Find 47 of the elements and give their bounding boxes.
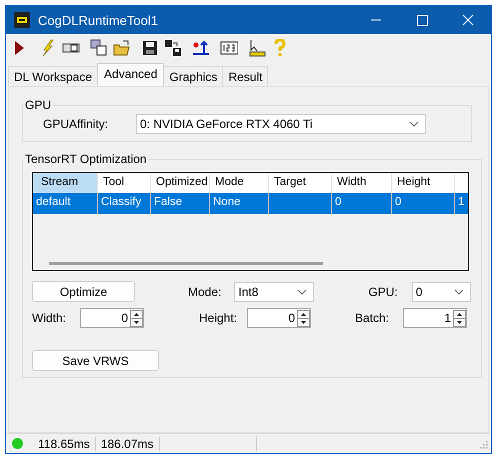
table-cell: None [213, 196, 240, 208]
app-logo-icon [14, 12, 30, 28]
table-cell: 1 [458, 196, 464, 208]
batch-spinbox[interactable]: 1 [403, 308, 467, 328]
scrollbar-thumb[interactable] [49, 262, 323, 265]
width-spinbox[interactable]: 0 [80, 308, 144, 328]
folder-icon[interactable] [113, 39, 131, 57]
tab[interactable]: DL Workspace [8, 66, 98, 86]
status-time: 118.65ms [33, 436, 96, 450]
chevron-icon [454, 288, 464, 294]
optimize-button[interactable]: Optimize [32, 281, 135, 302]
group-title: TensorRT Optimization [23, 152, 149, 166]
import-arrow-icon[interactable] [192, 39, 210, 57]
chevron-icon [297, 288, 308, 294]
up-down-arrows-icon[interactable] [297, 310, 310, 326]
field-label: Batch: [355, 311, 390, 325]
up-down-arrows-icon[interactable] [453, 310, 466, 326]
up-down-arrows-icon[interactable] [130, 310, 143, 326]
field-label: GPU: [368, 284, 398, 298]
column-header[interactable]: Stream [33, 173, 98, 193]
window-title: CogDLRuntimeTool1 [38, 12, 159, 28]
tab[interactable]: Advanced [97, 63, 164, 86]
table-cell: default [36, 196, 71, 208]
save-vrws-button[interactable]: Save VRWS [32, 350, 159, 371]
table-cell: 0 [395, 196, 402, 208]
field-label: GPUAffinity: [43, 117, 110, 131]
tab[interactable]: Result [222, 66, 268, 86]
field-label: Height: [199, 311, 238, 325]
field-label: Width: [32, 311, 68, 325]
number-field-icon[interactable] [220, 39, 238, 57]
chevron-icon [409, 121, 419, 127]
gpu-dropdown[interactable]: 0 [412, 282, 471, 302]
windows-icon[interactable] [90, 39, 108, 57]
tab[interactable]: Graphics [163, 66, 224, 86]
table-cell: False [154, 196, 182, 208]
resize-grip-icon[interactable] [478, 438, 488, 448]
gpu-affinity-dropdown[interactable]: 0: NVIDIA GeForce RTX 4060 Ti [136, 114, 426, 134]
floppy-disks-icon[interactable] [164, 39, 182, 57]
mode-dropdown[interactable]: Int8 [234, 282, 314, 302]
table-cell: Classify [101, 196, 142, 208]
height-spinbox[interactable]: 0 [247, 308, 311, 328]
cursor-ruler-icon[interactable] [248, 39, 266, 57]
status-time: 186.07ms [96, 436, 160, 450]
field-label: Mode: [188, 284, 222, 298]
table-row[interactable]: default Classify False None 0 0 1 [33, 193, 468, 214]
table-cell: 0 [335, 196, 342, 208]
group-title: GPU [23, 98, 54, 112]
